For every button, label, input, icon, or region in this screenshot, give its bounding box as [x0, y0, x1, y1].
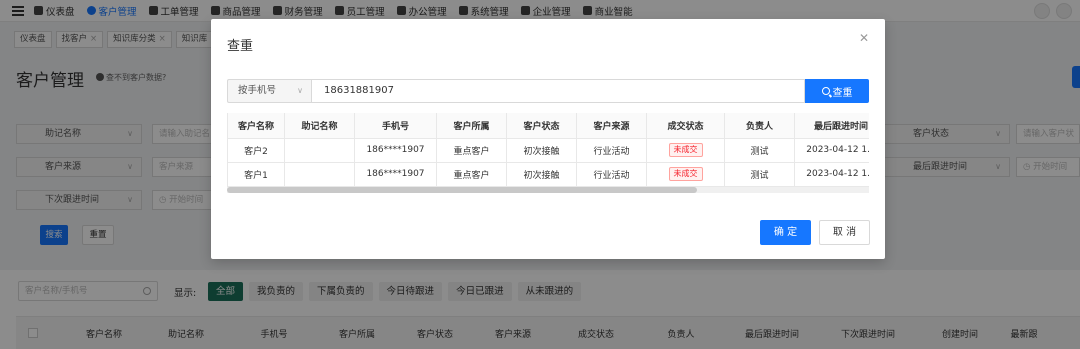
cell-alias [284, 162, 355, 187]
cell-phone: 186****1907 [354, 162, 437, 187]
column-header: 客户状态 [506, 113, 577, 139]
cell-owner: 测试 [724, 138, 795, 163]
duplicate-result-table: 客户名称 助记名称 手机号 客户所属 客户状态 客户来源 成交状态 负责人 最后… [227, 113, 869, 187]
table-row: 客户1 186****1907 重点客户 初次接触 行业活动 未成交 测试 20… [227, 162, 869, 187]
cell-last-follow: 2023-04-12 1... [794, 162, 869, 187]
close-icon[interactable]: ✕ [859, 31, 869, 45]
cell-deal: 未成交 [646, 162, 725, 187]
status-badge: 未成交 [668, 167, 703, 181]
phone-search-input[interactable]: 18631881907 [311, 79, 805, 103]
column-header: 手机号 [354, 113, 437, 139]
column-header: 客户来源 [576, 113, 647, 139]
dialog-title: 查重 [227, 39, 254, 54]
column-header: 负责人 [724, 113, 795, 139]
cell-belong: 重点客户 [436, 138, 507, 163]
duplicate-search-bar: 按手机号 ∨ 18631881907 查重 [227, 79, 869, 103]
cell-last-follow: 2023-04-12 1... [794, 138, 869, 163]
cell-alias [284, 138, 355, 163]
duplicate-check-dialog: 查重 ✕ 按手机号 ∨ 18631881907 查重 客户名称 助记名称 手机号 … [211, 19, 885, 259]
cell-phone: 186****1907 [354, 138, 437, 163]
column-header: 助记名称 [284, 113, 355, 139]
column-header: 成交状态 [646, 113, 725, 139]
search-type-select[interactable]: 按手机号 ∨ [227, 79, 311, 103]
table-row: 客户2 186****1907 重点客户 初次接触 行业活动 未成交 测试 20… [227, 138, 869, 163]
cell-deal: 未成交 [646, 138, 725, 163]
cell-source: 行业活动 [576, 138, 647, 163]
cell-name: 客户2 [227, 138, 285, 163]
cell-status: 初次接触 [506, 138, 577, 163]
search-icon [821, 87, 830, 95]
check-duplicate-button[interactable]: 查重 [805, 79, 869, 103]
scrollbar-thumb[interactable] [227, 187, 697, 193]
horizontal-scrollbar[interactable] [227, 187, 869, 193]
column-header: 客户所属 [436, 113, 507, 139]
chevron-down-icon: ∨ [297, 86, 303, 95]
cell-owner: 测试 [724, 162, 795, 187]
column-header: 客户名称 [227, 113, 285, 139]
cell-source: 行业活动 [576, 162, 647, 187]
cell-belong: 重点客户 [436, 162, 507, 187]
status-badge: 未成交 [668, 143, 703, 157]
cell-name: 客户1 [227, 162, 285, 187]
confirm-button[interactable]: 确 定 [760, 220, 811, 245]
cell-status: 初次接触 [506, 162, 577, 187]
column-header: 最后跟进时间 [794, 113, 869, 139]
cancel-button[interactable]: 取 消 [819, 220, 870, 245]
